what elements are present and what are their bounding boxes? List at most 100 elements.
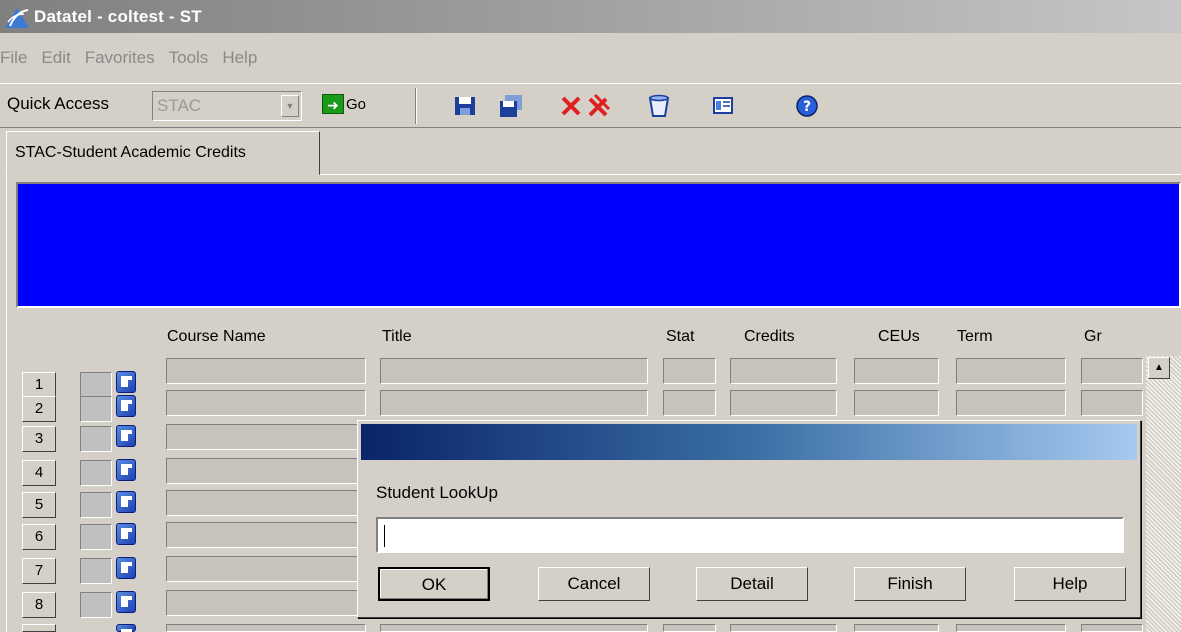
scroll-up-arrow-icon[interactable]: ▲ bbox=[1148, 357, 1170, 379]
row-detail-icon[interactable] bbox=[116, 591, 136, 613]
save-icon[interactable] bbox=[452, 93, 478, 119]
stat-cell[interactable] bbox=[663, 390, 716, 416]
credits-cell[interactable] bbox=[730, 624, 837, 632]
title-cell[interactable] bbox=[380, 624, 648, 632]
stat-cell[interactable] bbox=[663, 358, 716, 384]
gr-cell[interactable] bbox=[1081, 358, 1143, 384]
row-number-button[interactable]: 3 bbox=[22, 426, 56, 452]
grid-vertical-scrollbar[interactable] bbox=[1146, 356, 1181, 632]
course-name-cell[interactable] bbox=[166, 490, 366, 516]
row-detail-icon[interactable] bbox=[116, 624, 136, 632]
quick-access-label: Quick Access bbox=[7, 94, 110, 113]
row-detail-icon[interactable] bbox=[116, 395, 136, 417]
quick-access-combobox[interactable]: STAC ▼ bbox=[152, 91, 302, 121]
term-cell[interactable] bbox=[956, 358, 1066, 384]
row-detail-icon[interactable] bbox=[116, 371, 136, 393]
toolbar-separator bbox=[415, 88, 417, 124]
row-number-button[interactable]: 7 bbox=[22, 558, 56, 584]
row-number-button[interactable]: 8 bbox=[22, 592, 56, 618]
row-select-cell[interactable] bbox=[80, 426, 112, 452]
title-cell[interactable] bbox=[380, 358, 648, 384]
column-header-gr: Gr bbox=[1084, 328, 1102, 345]
row-number-button[interactable]: 1 bbox=[22, 372, 56, 398]
course-name-cell[interactable] bbox=[166, 522, 366, 548]
toolbar: Quick Access STAC ▼ ➜ Go ? bbox=[0, 83, 1181, 128]
svg-text:?: ? bbox=[803, 99, 811, 115]
student-lookup-input[interactable] bbox=[376, 517, 1124, 553]
help-button[interactable]: Help bbox=[1014, 567, 1126, 601]
row-number-button[interactable]: 6 bbox=[22, 524, 56, 550]
term-cell[interactable] bbox=[956, 390, 1066, 416]
course-name-cell[interactable] bbox=[166, 358, 366, 384]
row-select-cell[interactable] bbox=[80, 372, 112, 398]
row-select-cell[interactable] bbox=[80, 396, 112, 422]
help-icon[interactable]: ? bbox=[794, 93, 820, 119]
menu-file[interactable]: File bbox=[0, 48, 27, 68]
course-name-cell[interactable] bbox=[166, 458, 366, 484]
text-caret bbox=[384, 525, 385, 547]
quick-access-dropdown-arrow-icon[interactable]: ▼ bbox=[281, 95, 299, 117]
row-number-button[interactable] bbox=[22, 624, 56, 632]
dialog-title-bar[interactable] bbox=[361, 424, 1137, 460]
cancel-button[interactable]: Cancel bbox=[538, 567, 650, 601]
menu-favorites[interactable]: Favorites bbox=[85, 48, 155, 68]
student-lookup-label: Student LookUp bbox=[376, 483, 498, 502]
column-header-ceus: CEUs bbox=[878, 328, 920, 345]
finish-button[interactable]: Finish bbox=[854, 567, 966, 601]
credits-cell[interactable] bbox=[730, 390, 837, 416]
row-number-button[interactable]: 5 bbox=[22, 492, 56, 518]
course-name-cell[interactable] bbox=[166, 624, 366, 632]
window-title-bar[interactable]: Datatel - coltest - ST bbox=[0, 0, 1181, 33]
term-cell[interactable] bbox=[956, 624, 1066, 632]
course-name-cell[interactable] bbox=[166, 556, 366, 582]
row-select-cell[interactable] bbox=[80, 492, 112, 518]
ceus-cell[interactable] bbox=[854, 358, 939, 384]
row-detail-icon[interactable] bbox=[116, 557, 136, 579]
row-detail-icon[interactable] bbox=[116, 523, 136, 545]
column-header-title: Title bbox=[382, 328, 412, 345]
title-cell[interactable] bbox=[380, 390, 648, 416]
save-all-icon[interactable] bbox=[498, 93, 524, 119]
course-name-cell[interactable] bbox=[166, 390, 366, 416]
trash-icon[interactable] bbox=[646, 93, 672, 119]
tab-label: STAC-Student Academic Credits bbox=[15, 144, 246, 161]
menu-edit[interactable]: Edit bbox=[41, 48, 70, 68]
row-detail-icon[interactable] bbox=[116, 425, 136, 447]
row-detail-icon[interactable] bbox=[116, 491, 136, 513]
menu-tools[interactable]: Tools bbox=[169, 48, 209, 68]
menu-bar: File Edit Favorites Tools Help bbox=[0, 33, 1181, 83]
ceus-cell[interactable] bbox=[854, 624, 939, 632]
row-select-cell[interactable] bbox=[80, 524, 112, 550]
course-name-cell[interactable] bbox=[166, 424, 366, 450]
column-header-term: Term bbox=[957, 328, 993, 345]
student-lookup-dialog: Student LookUp OK Cancel Detail Finish H… bbox=[357, 420, 1141, 618]
go-button-label: Go bbox=[346, 95, 367, 113]
header-blue-area bbox=[16, 182, 1181, 308]
row-select-cell[interactable] bbox=[80, 592, 112, 618]
cancel-all-icon[interactable] bbox=[586, 93, 612, 119]
row-detail-icon[interactable] bbox=[116, 459, 136, 481]
ok-button[interactable]: OK bbox=[378, 567, 490, 601]
cancel-icon[interactable] bbox=[558, 93, 584, 119]
column-header-stat: Stat bbox=[666, 328, 695, 345]
ceus-cell[interactable] bbox=[854, 390, 939, 416]
go-arrow-icon: ➜ bbox=[322, 94, 344, 114]
column-header-course-name: Course Name bbox=[167, 328, 266, 345]
quick-access-value[interactable]: STAC bbox=[157, 96, 201, 116]
row-number-button[interactable]: 2 bbox=[22, 396, 56, 422]
detail-button[interactable]: Detail bbox=[696, 567, 808, 601]
row-select-cell[interactable] bbox=[80, 558, 112, 584]
detail-view-icon[interactable] bbox=[710, 93, 736, 119]
gr-cell[interactable] bbox=[1081, 390, 1143, 416]
datatel-app-icon bbox=[5, 7, 29, 28]
menu-help[interactable]: Help bbox=[222, 48, 257, 68]
course-name-cell[interactable] bbox=[166, 590, 366, 616]
row-select-cell[interactable] bbox=[80, 460, 112, 486]
stat-cell[interactable] bbox=[663, 624, 716, 632]
gr-cell[interactable] bbox=[1081, 624, 1143, 632]
credits-cell[interactable] bbox=[730, 358, 837, 384]
tab-stac-student-academic-credits[interactable]: STAC-Student Academic Credits bbox=[6, 131, 320, 175]
column-header-credits: Credits bbox=[744, 328, 795, 345]
row-number-button[interactable]: 4 bbox=[22, 460, 56, 486]
go-button[interactable]: ➜ Go bbox=[322, 94, 366, 114]
